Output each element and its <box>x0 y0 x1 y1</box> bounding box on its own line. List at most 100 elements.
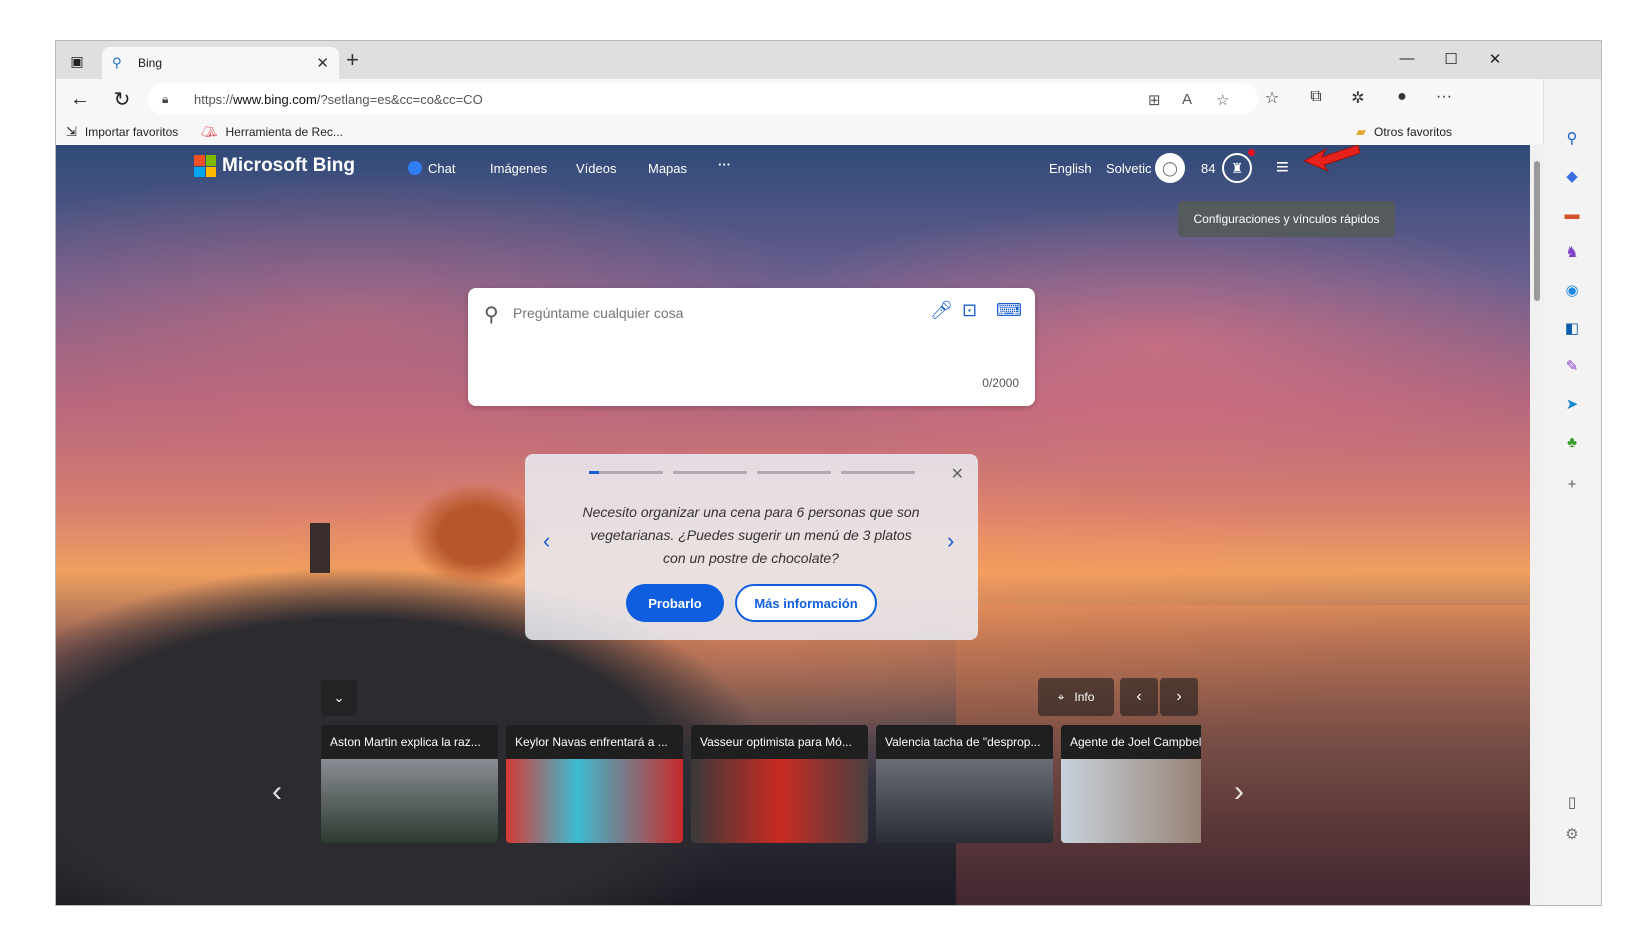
news-title: Vasseur optimista para Mó... <box>691 725 868 759</box>
location-pin-icon: ⌖ <box>1057 689 1065 704</box>
app-available-icon[interactable]: ⊞ <box>1148 91 1161 109</box>
microsoft-365-icon[interactable]: ◉ <box>1561 279 1583 301</box>
tab-close-icon[interactable]: ✕ <box>316 54 329 72</box>
send-icon[interactable]: ➤ <box>1561 393 1583 415</box>
scrollbar-thumb[interactable] <box>1534 161 1540 301</box>
user-name[interactable]: Solvetic <box>1106 161 1152 176</box>
other-favorites[interactable]: ▰ Otros favoritos <box>1356 124 1452 140</box>
more-info-button[interactable]: Más información <box>735 584 877 622</box>
address-bar[interactable]: 🔒︎ https://www.bing.com/?setlang=es&cc=c… <box>148 83 1258 115</box>
favorite-label: Herramienta de Rec... <box>225 125 343 139</box>
news-title: Keylor Navas enfrentará a ... <box>506 725 683 759</box>
nav-label: Chat <box>428 161 456 176</box>
profile-icon[interactable]: ● <box>1390 88 1414 106</box>
news-image <box>691 759 868 843</box>
navigation-bar: ← ↻ 🔒︎ https://www.bing.com/?setlang=es&… <box>56 79 1544 119</box>
close-window-icon[interactable]: ✕ <box>1480 50 1510 68</box>
new-tab-icon[interactable]: + <box>346 49 359 71</box>
designer-icon[interactable]: ✎ <box>1561 355 1583 377</box>
games-icon[interactable]: ♞ <box>1561 241 1583 263</box>
chevron-right-icon[interactable]: › <box>947 528 954 554</box>
add-favorite-icon[interactable]: ☆ <box>1216 91 1229 109</box>
news-card[interactable]: Aston Martin explica la raz... <box>321 725 498 843</box>
nav-chat[interactable]: Chat <box>408 161 455 176</box>
shopping-icon[interactable]: ◆ <box>1561 165 1583 187</box>
search-box: ⚲ 🎤︎ ⊡ ⌨ 0/2000 <box>468 288 1035 406</box>
chevron-down-icon[interactable]: ⌄ <box>321 680 357 716</box>
carousel-indicator[interactable] <box>673 471 747 474</box>
search-icon[interactable]: ⚲ <box>1561 127 1583 149</box>
news-next-icon[interactable]: › <box>1234 775 1244 809</box>
tab-bing[interactable]: ⚲ Bing ✕ <box>102 47 339 79</box>
background-tower <box>310 523 330 573</box>
search-input[interactable] <box>513 302 913 324</box>
previous-image-icon[interactable]: ‹ <box>1120 678 1158 716</box>
next-image-icon[interactable]: › <box>1160 678 1198 716</box>
rewards-points[interactable]: 84 <box>1201 161 1215 176</box>
favorite-tool[interactable]: ⛺︎ Herramienta de Rec... <box>201 124 343 140</box>
read-aloud-icon[interactable]: A <box>1182 91 1192 108</box>
search-icon: ⚲ <box>112 55 122 70</box>
news-card[interactable]: Agente de Joel Campbell <box>1061 725 1201 843</box>
news-prev-icon[interactable]: ‹ <box>272 775 282 809</box>
page-scrollbar[interactable] <box>1530 145 1544 905</box>
refresh-icon[interactable]: ↻ <box>108 86 136 112</box>
notification-dot <box>1248 149 1255 156</box>
suggestion-text: Necesito organizar una cena para 6 perso… <box>582 504 920 566</box>
import-icon: ⇲ <box>66 124 77 139</box>
lock-icon: 🔒︎ <box>162 91 169 106</box>
tree-icon[interactable]: ♣ <box>1561 431 1583 453</box>
carousel-indicator[interactable] <box>757 471 831 474</box>
news-image <box>876 759 1053 843</box>
add-icon[interactable]: + <box>1561 473 1583 495</box>
microsoft-logo-icon <box>194 155 216 177</box>
visual-search-icon[interactable]: ⊡ <box>962 300 977 321</box>
outlook-icon[interactable]: ◧ <box>1561 317 1583 339</box>
close-icon[interactable]: ✕ <box>951 464 964 484</box>
nav-more[interactable]: ··· <box>718 157 731 172</box>
hamburger-menu-icon[interactable]: ≡ <box>1276 156 1298 178</box>
url-scheme: https:// <box>194 91 234 107</box>
minimize-icon[interactable]: — <box>1392 50 1422 67</box>
tab-actions-icon[interactable]: ▣ <box>64 49 90 73</box>
settings-icon[interactable]: ⚙ <box>1561 823 1583 845</box>
maximize-icon[interactable]: ☐ <box>1436 50 1466 68</box>
bing-logo[interactable]: Microsoft Bing <box>194 155 355 177</box>
rewards-trophy-icon[interactable]: ♜ <box>1222 153 1252 183</box>
carousel-indicator[interactable] <box>841 471 915 474</box>
news-card[interactable]: Keylor Navas enfrentará a ... <box>506 725 683 843</box>
extensions-icon[interactable]: ✲ <box>1346 88 1370 108</box>
favorite-import[interactable]: ⇲ Importar favoritos <box>66 124 178 140</box>
language-link[interactable]: English <box>1049 161 1092 176</box>
favorites-icon[interactable]: ☆ <box>1260 88 1284 108</box>
nav-images[interactable]: Imágenes <box>490 161 547 176</box>
url-host: www.bing.com <box>233 91 317 107</box>
news-card[interactable]: Valencia tacha de "desprop... <box>876 725 1053 843</box>
news-carousel: Aston Martin explica la raz... Keylor Na… <box>321 725 1201 843</box>
tab-title: Bing <box>138 56 163 70</box>
info-button[interactable]: ⌖ Info <box>1038 678 1114 716</box>
keyboard-icon[interactable]: ⌨ <box>996 300 1022 321</box>
try-button[interactable]: Probarlo <box>626 584 724 622</box>
nav-maps[interactable]: Mapas <box>648 161 687 176</box>
url-path: /?setlang=es&cc=co&cc=CO <box>316 91 483 107</box>
favorites-bar: ⇲ Importar favoritos ⛺︎ Herramienta de R… <box>56 119 1544 145</box>
sidebar-toggle-icon[interactable]: ▯ <box>1561 791 1583 813</box>
microphone-icon[interactable]: 🎤︎ <box>930 300 953 321</box>
tab-strip: ▣ ⚲ Bing ✕ + — ☐ ✕ b <box>56 41 1601 111</box>
news-image <box>506 759 683 843</box>
character-count: 0/2000 <box>982 376 1019 390</box>
news-title: Valencia tacha de "desprop... <box>876 725 1053 759</box>
user-avatar-icon[interactable]: ◯ <box>1155 153 1185 183</box>
news-card[interactable]: Vasseur optimista para Mó... <box>691 725 868 843</box>
more-options-icon[interactable]: ··· <box>1432 88 1456 106</box>
other-favorites-label: Otros favoritos <box>1374 125 1453 139</box>
chevron-left-icon[interactable]: ‹ <box>543 528 550 554</box>
carousel-indicator[interactable] <box>589 471 663 474</box>
tools-icon[interactable]: ▬ <box>1561 203 1583 225</box>
back-arrow-icon[interactable]: ← <box>66 86 94 112</box>
collections-icon[interactable]: ⧉ <box>1304 88 1328 106</box>
bing-page: Microsoft Bing Chat Imágenes Vídeos Mapa… <box>56 145 1544 905</box>
nav-videos[interactable]: Vídeos <box>576 161 616 176</box>
browser-window: ▣ ⚲ Bing ✕ + — ☐ ✕ b ← ↻ 🔒︎ https://www.… <box>55 40 1602 906</box>
